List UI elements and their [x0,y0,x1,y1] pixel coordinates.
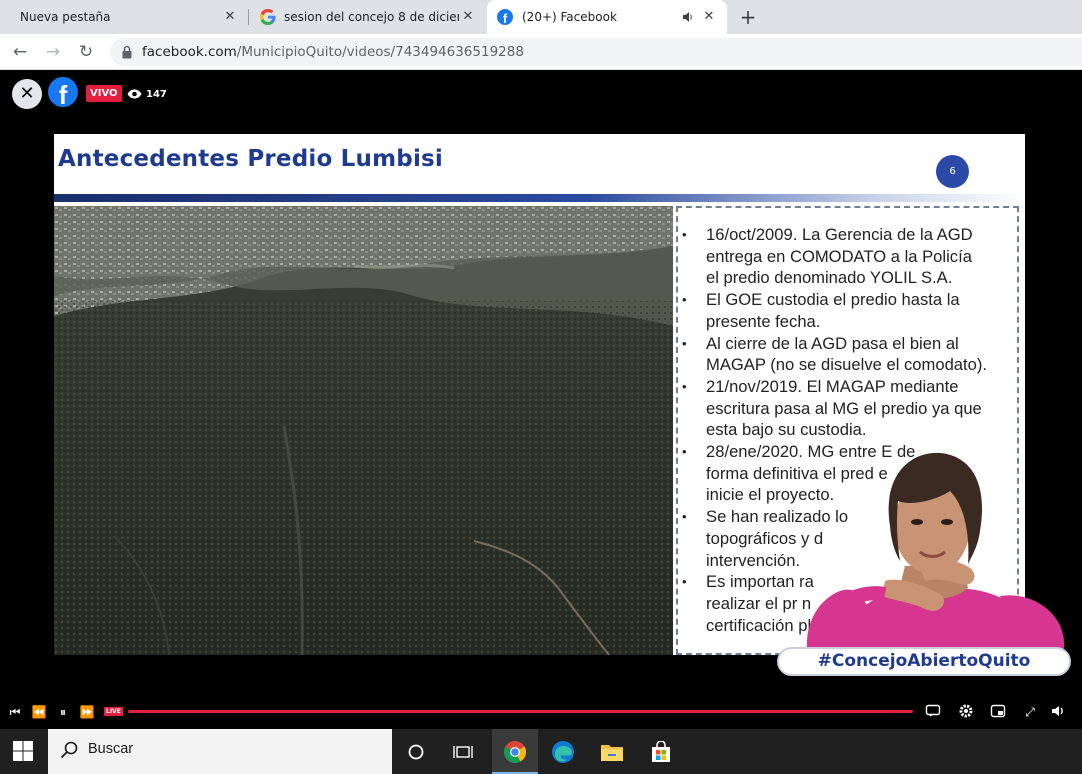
search-label: Buscar [88,741,134,757]
tab-new-tab[interactable]: Nueva pestaña ✕ [0,0,248,34]
captions-icon[interactable] [924,703,942,721]
live-indicator: LIVE [104,707,123,716]
task-view-icon[interactable] [447,736,479,768]
volume-icon[interactable] [1049,703,1067,721]
tab-title: sesion del concejo 8 de diciembr [284,10,459,24]
eye-icon [127,89,142,99]
bullet-item: 16/oct/2009. La Gerencia de la AGD entre… [682,224,1017,289]
new-tab-plus-icon[interactable]: + [738,7,758,27]
tab-sesion-concejo[interactable]: sesion del concejo 8 de diciembr ✕ [250,0,486,34]
tab-title: Nueva pestaña [20,10,111,24]
close-tab-icon[interactable]: ✕ [701,9,717,25]
aerial-forest-photo [54,206,673,655]
speaker-icon[interactable] [682,11,694,23]
tab-strip: Nueva pestaña ✕ sesion del concejo 8 de … [0,0,1082,34]
pause-icon[interactable]: ⏸ [54,703,72,721]
windows-taskbar: Buscar [0,729,1082,774]
windows-start-icon[interactable] [12,740,34,762]
chrome-taskbar-button[interactable] [492,729,538,774]
back-arrow-icon[interactable]: ← [10,42,30,62]
title-divider [54,194,1025,202]
fast-forward-icon[interactable]: ⏩ [78,703,96,721]
file-explorer-icon[interactable] [596,736,628,768]
bullet-item: Al cierre de la AGD pasa el bien al MAGA… [682,333,1017,376]
close-icon[interactable]: ✕ [12,79,42,109]
facebook-logo-icon[interactable]: f [48,77,78,110]
slide-title: Antecedentes Predio Lumbisi [58,146,444,172]
hashtag-banner: #ConcejoAbiertoQuito [777,647,1071,676]
tab-facebook[interactable]: f (20+) Facebook ✕ [487,0,727,34]
slide-page-number: 6 [936,155,969,188]
fullscreen-icon[interactable]: ⤢ [1021,703,1039,721]
tab-separator [248,9,249,25]
url-host: facebook.com [142,44,237,60]
edge-icon[interactable] [547,736,579,768]
url-path: /MunicipioQuito/videos/743494636519288 [236,44,524,60]
player-controls: ⏮ ⏪ ⏸ ⏩ LIVE ⤢ [0,696,1082,728]
facebook-icon: f [497,9,513,26]
lock-icon[interactable] [122,45,132,59]
browser-toolbar: ← → ↻ facebook.com/MunicipioQuito/videos… [0,34,1082,70]
live-badge: VIVO [86,85,122,102]
skip-to-start-icon[interactable]: ⏮ [6,703,24,721]
url-text: facebook.com/MunicipioQuito/videos/74349… [142,44,524,60]
microsoft-store-icon[interactable] [645,736,677,768]
cortana-icon[interactable] [400,736,432,768]
gear-icon[interactable] [957,703,975,721]
close-tab-icon[interactable]: ✕ [222,9,238,25]
viewer-count: 147 [127,86,167,102]
mini-player-icon[interactable] [989,703,1007,721]
video-player[interactable]: ✕ f VIVO 147 Antecedentes Predio Lumbisi… [0,71,1082,729]
forward-arrow-icon[interactable]: → [43,42,63,62]
tab-title: (20+) Facebook [522,10,617,24]
playback-progress-bar[interactable] [128,710,913,713]
viewer-count-value: 147 [146,88,167,100]
sign-language-interpreter [806,452,1065,661]
google-g-icon [260,9,276,25]
close-tab-icon[interactable]: ✕ [460,9,476,25]
reload-icon[interactable]: ↻ [76,42,96,62]
screen: Nueva pestaña ✕ sesion del concejo 8 de … [0,0,1082,774]
bullet-item: El GOE custodia el predio hasta la prese… [682,289,1017,332]
search-icon [60,741,78,759]
chrome-icon [504,740,526,763]
taskbar-search-box[interactable]: Buscar [48,729,392,774]
address-bar[interactable]: facebook.com/MunicipioQuito/videos/74349… [110,38,1082,66]
rewind-icon[interactable]: ⏪ [30,703,48,721]
